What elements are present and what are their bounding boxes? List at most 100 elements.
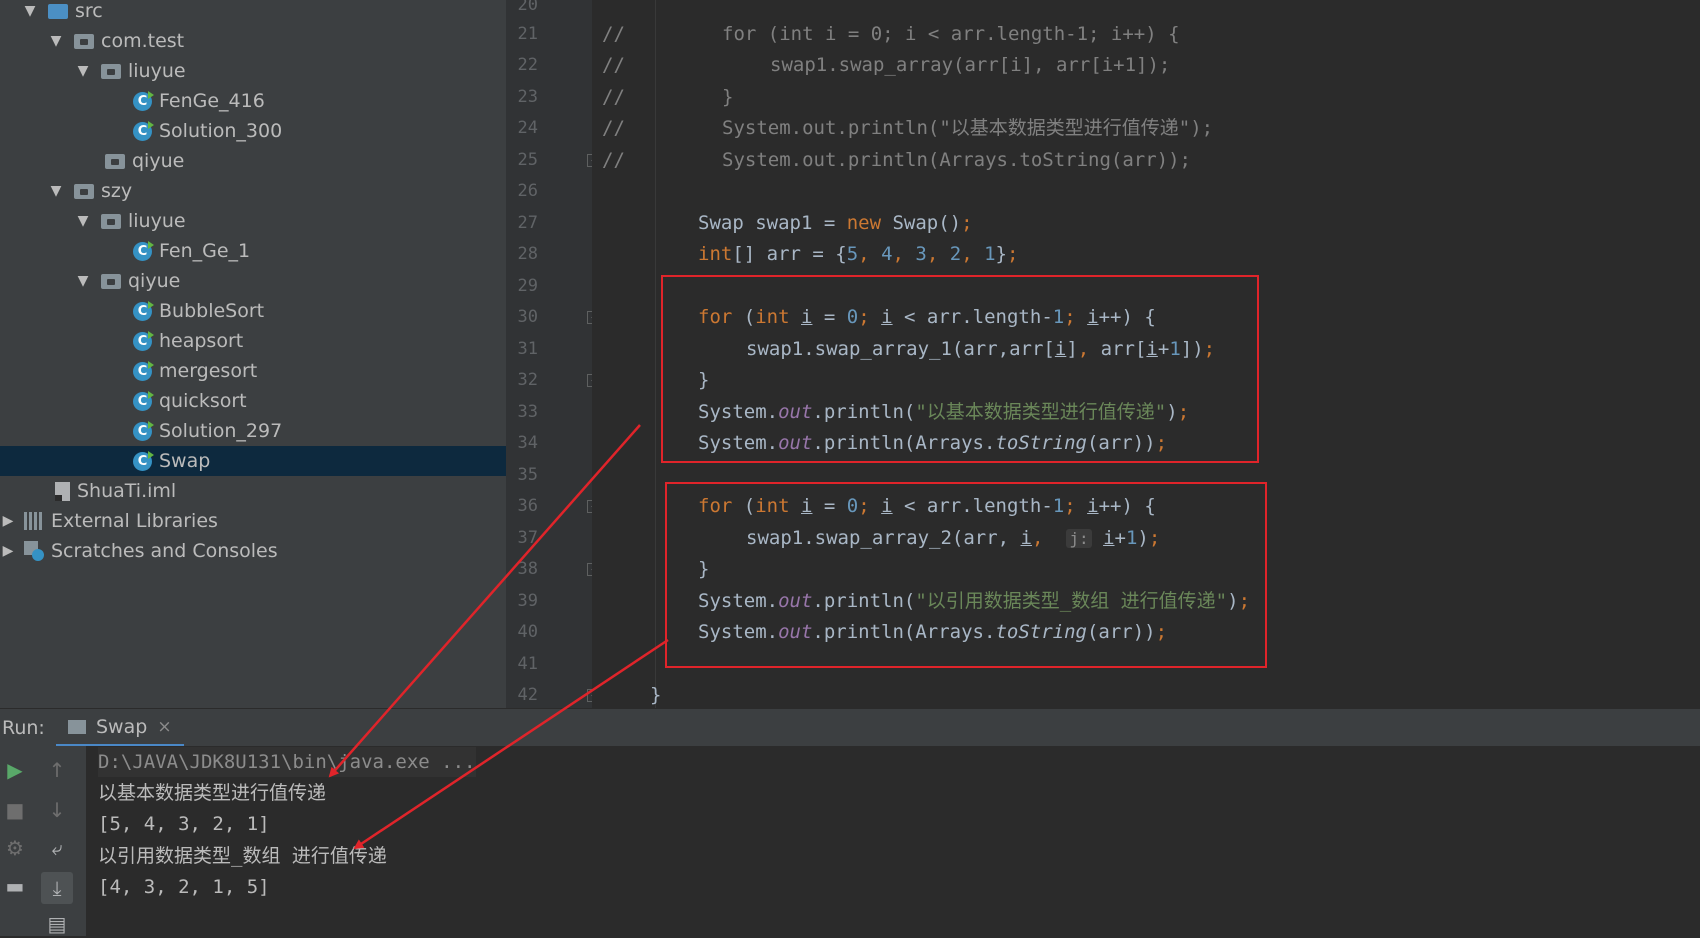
package-folder-icon bbox=[101, 273, 121, 289]
line-number: 27 bbox=[517, 213, 538, 233]
console-output-line: [4, 3, 2, 1, 5] bbox=[98, 876, 270, 898]
rerun-icon[interactable]: ▶ bbox=[1, 756, 29, 784]
line-number: 40 bbox=[517, 622, 538, 642]
line-number: 21 bbox=[517, 24, 538, 44]
stop-icon[interactable]: ■ bbox=[1, 796, 29, 824]
line-number: 23 bbox=[517, 87, 538, 107]
console-output[interactable]: D:\JAVA\JDK8U131\bin\java.exe ... 以基本数据类… bbox=[86, 746, 1700, 936]
tree-item-label: src bbox=[75, 0, 103, 22]
tree-item-label: heapsort bbox=[159, 330, 244, 352]
package-folder-icon bbox=[101, 213, 121, 229]
line-comment-marker: // bbox=[602, 23, 625, 45]
line-number: 25 bbox=[517, 150, 538, 170]
line-number: 35 bbox=[517, 465, 538, 485]
expand-arrow-icon[interactable]: ▼ bbox=[75, 63, 91, 79]
expand-arrow-icon[interactable]: ▶ bbox=[0, 543, 16, 559]
up-arrow-icon[interactable]: ↑ bbox=[43, 756, 71, 784]
line-number: 30 bbox=[517, 307, 538, 327]
tree-item-solution-300[interactable]: C Solution_300 bbox=[0, 116, 506, 146]
tree-item-mergesort[interactable]: C mergesort bbox=[0, 356, 506, 386]
soft-wrap-icon[interactable]: ⤶ bbox=[43, 834, 71, 862]
expand-arrow-icon[interactable]: ▼ bbox=[48, 183, 64, 199]
scroll-to-end-icon[interactable]: ⤓ bbox=[41, 872, 73, 904]
tree-item-fenge-416[interactable]: C FenGe_416 bbox=[0, 86, 506, 116]
tree-item-label: Scratches and Consoles bbox=[51, 540, 278, 562]
expand-arrow-icon[interactable]: ▼ bbox=[48, 33, 64, 49]
java-class-icon: C bbox=[133, 420, 154, 441]
code-line-42: } bbox=[650, 684, 662, 706]
java-class-icon: C bbox=[133, 390, 154, 411]
package-folder-icon bbox=[105, 153, 125, 169]
line-number: 26 bbox=[517, 181, 538, 201]
expand-arrow-icon[interactable]: ▶ bbox=[0, 513, 16, 529]
line-comment-marker: // bbox=[602, 117, 625, 139]
line-number: 42 bbox=[517, 685, 538, 705]
expand-arrow-icon[interactable]: ▼ bbox=[75, 273, 91, 289]
console-output-line: 以基本数据类型进行值传递 bbox=[98, 782, 327, 804]
line-number: 32 bbox=[517, 370, 538, 390]
java-class-icon: C bbox=[133, 300, 154, 321]
tree-item-scratches[interactable]: ▶ Scratches and Consoles bbox=[0, 536, 506, 566]
tree-item-label: Fen_Ge_1 bbox=[159, 240, 251, 262]
tree-item-heapsort[interactable]: C heapsort bbox=[0, 326, 506, 356]
tree-item-szy-liuyue[interactable]: ▼ liuyue bbox=[0, 206, 506, 236]
settings-icon[interactable]: ⚙ bbox=[1, 834, 29, 862]
package-folder-icon bbox=[74, 183, 94, 199]
line-number: 34 bbox=[517, 433, 538, 453]
console-command-line: D:\JAVA\JDK8U131\bin\java.exe ... bbox=[98, 747, 476, 777]
tree-item-swap-selected[interactable]: C Swap bbox=[0, 446, 506, 476]
tree-item-com-test[interactable]: ▼ com.test bbox=[0, 26, 506, 56]
console-icon bbox=[68, 719, 86, 734]
line-number: 22 bbox=[517, 55, 538, 75]
java-class-icon: C bbox=[133, 450, 154, 471]
tree-item-szy[interactable]: ▼ szy bbox=[0, 176, 506, 206]
tree-item-bubblesort[interactable]: C BubbleSort bbox=[0, 296, 506, 326]
line-number: 38 bbox=[517, 559, 538, 579]
tree-item-szy-qiyue[interactable]: ▼ qiyue bbox=[0, 266, 506, 296]
line-number: 29 bbox=[517, 276, 538, 296]
line-number: 20 bbox=[517, 0, 538, 15]
package-folder-icon bbox=[101, 63, 121, 79]
java-class-icon: C bbox=[133, 120, 154, 141]
tree-item-shuati-iml[interactable]: ShuaTi.iml bbox=[0, 476, 506, 506]
tree-item-label: quicksort bbox=[159, 390, 247, 412]
down-arrow-icon[interactable]: ↓ bbox=[43, 796, 71, 824]
annotation-box-reference-passing bbox=[665, 482, 1267, 668]
tree-item-label: Solution_300 bbox=[159, 120, 283, 142]
package-folder-icon bbox=[74, 33, 94, 49]
line-comment-marker: // bbox=[602, 86, 625, 108]
expand-arrow-icon[interactable]: ▼ bbox=[75, 213, 91, 229]
code-line-25: System.out.println(Arrays.toString(arr))… bbox=[722, 149, 1191, 171]
libraries-icon bbox=[24, 512, 44, 530]
tree-item-label: qiyue bbox=[132, 150, 185, 172]
run-label: Run: bbox=[2, 717, 45, 739]
run-tab-swap[interactable]: Swap × bbox=[56, 709, 184, 747]
line-comment-marker: // bbox=[602, 149, 625, 171]
tree-item-label: szy bbox=[101, 180, 133, 202]
tree-item-label: qiyue bbox=[128, 270, 181, 292]
java-class-icon: C bbox=[133, 360, 154, 381]
console-output-line: 以引用数据类型_数组 进行值传递 bbox=[98, 845, 387, 867]
run-toolbar: ▶ ↑ ■ ↓ ⚙ ⤶ ▬ ⤓ ▤ bbox=[0, 746, 86, 936]
tree-item-fen-ge-1[interactable]: C Fen_Ge_1 bbox=[0, 236, 506, 266]
layout-icon[interactable]: ▬ bbox=[1, 872, 29, 900]
tree-item-solution-297[interactable]: C Solution_297 bbox=[0, 416, 506, 446]
tree-item-liuyue[interactable]: ▼ liuyue bbox=[0, 56, 506, 86]
line-number: 37 bbox=[517, 528, 538, 548]
tree-item-src[interactable]: ▼ src bbox=[0, 0, 506, 26]
java-class-icon: C bbox=[133, 90, 154, 111]
tree-item-qiyue[interactable]: qiyue bbox=[0, 146, 506, 176]
code-line-27: Swap swap1 = new Swap(); bbox=[698, 212, 973, 234]
tree-item-label: liuyue bbox=[128, 60, 186, 82]
print-icon[interactable]: ▤ bbox=[43, 910, 71, 938]
line-number: 41 bbox=[517, 654, 538, 674]
expand-arrow-icon[interactable]: ▼ bbox=[22, 3, 38, 19]
source-folder-icon bbox=[48, 3, 68, 19]
indent-guide bbox=[655, 0, 656, 708]
close-icon[interactable]: × bbox=[157, 717, 171, 737]
tree-item-external-libraries[interactable]: ▶ External Libraries bbox=[0, 506, 506, 536]
scratches-icon bbox=[24, 541, 44, 561]
code-line-22: swap1.swap_array(arr[i], arr[i+1]); bbox=[770, 54, 1171, 76]
tree-item-quicksort[interactable]: C quicksort bbox=[0, 386, 506, 416]
code-line-28: int[] arr = {5, 4, 3, 2, 1}; bbox=[698, 243, 1019, 265]
